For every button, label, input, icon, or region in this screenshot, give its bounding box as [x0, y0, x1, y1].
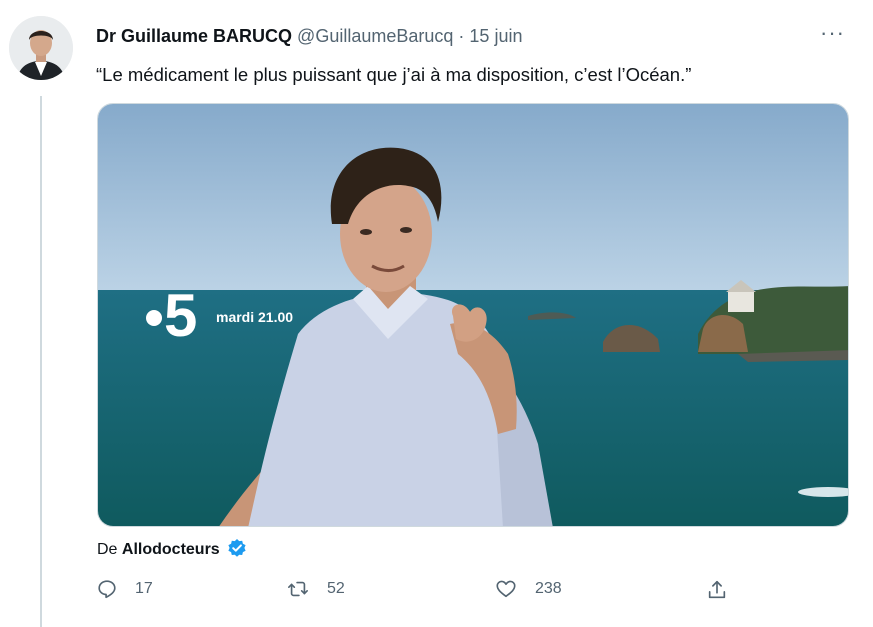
channel-logo-dot: [146, 310, 162, 326]
thread-line: [40, 96, 42, 627]
tweet-header: Dr Guillaume BARUCQ @GuillaumeBarucq · 1…: [96, 24, 522, 48]
like-button[interactable]: 238: [494, 578, 562, 600]
author-avatar[interactable]: [9, 16, 73, 80]
tweet-video[interactable]: 5 mardi 21.00: [97, 103, 849, 527]
channel-logo-number: 5: [164, 282, 197, 349]
tweet-date[interactable]: 15 juin: [469, 26, 522, 46]
heart-icon: [496, 580, 516, 598]
share-button[interactable]: [706, 578, 745, 602]
retweet-count: 52: [327, 580, 345, 597]
reply-count: 17: [135, 580, 153, 597]
video-source: De Allodocteurs: [97, 538, 247, 565]
reply-button[interactable]: 17: [96, 578, 153, 600]
broadcast-time-overlay: mardi 21.00: [216, 309, 293, 325]
verified-badge-icon: [227, 538, 247, 565]
source-account[interactable]: Allodocteurs: [122, 541, 220, 558]
reply-icon: [98, 580, 116, 599]
retweet-icon: [288, 581, 308, 597]
tweet-text: “Le médicament le plus puissant que j’ai…: [96, 64, 692, 85]
author-handle[interactable]: @GuillaumeBarucq: [297, 26, 453, 46]
source-prefix: De: [97, 541, 118, 558]
tweet-actions: 17 52 238: [96, 578, 796, 608]
video-frame: 5 mardi 21.00: [98, 104, 848, 526]
more-options-icon[interactable]: ···: [820, 20, 845, 46]
header-separator: ·: [458, 26, 465, 46]
share-icon: [708, 580, 726, 599]
retweet-button[interactable]: 52: [286, 578, 345, 600]
avatar-portrait: [9, 16, 73, 80]
like-count: 238: [535, 580, 562, 597]
author-name[interactable]: Dr Guillaume BARUCQ: [96, 26, 292, 46]
